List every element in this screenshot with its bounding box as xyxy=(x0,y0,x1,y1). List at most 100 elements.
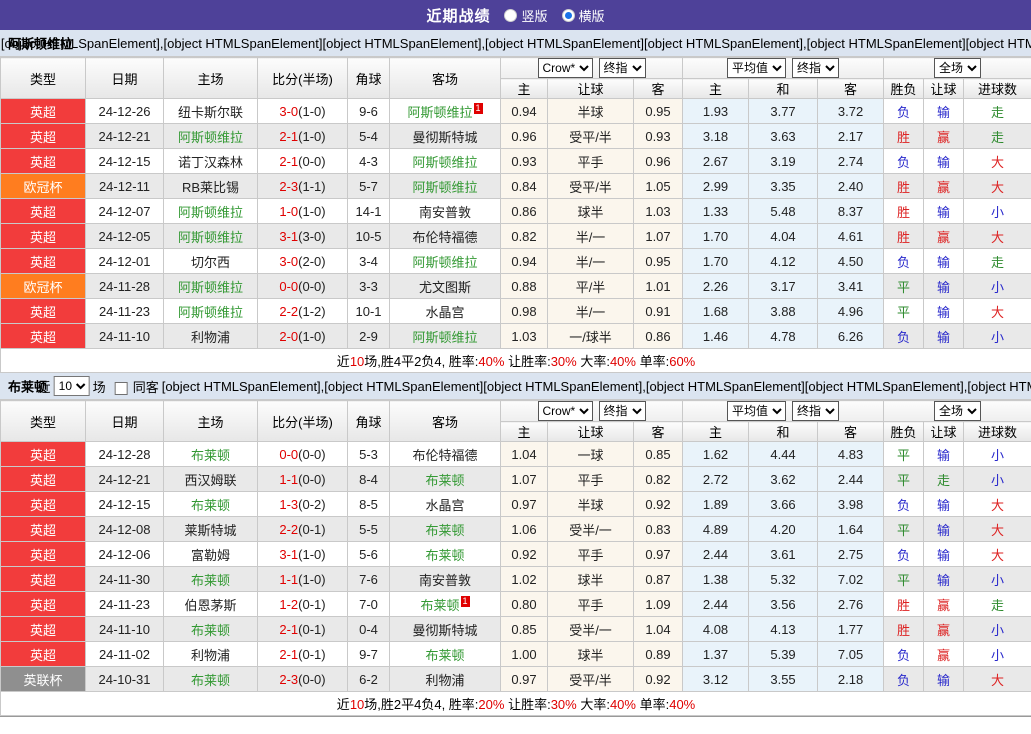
table-row: 英超 24-12-28 布莱顿 0-0(0-0) 5-3 布伦特福德 1.04 一球 0.85 1… xyxy=(0,441,1031,467)
fulltime-score: 3-0 xyxy=(279,253,299,269)
final-odds-2-select[interactable]: 终指 xyxy=(792,401,840,421)
league-badge: 英超 xyxy=(0,148,86,174)
radio-vertical-icon[interactable] xyxy=(504,8,518,22)
ah-away-odds: 1.04 xyxy=(632,616,684,642)
summary-segment: 30% xyxy=(550,697,577,712)
average-select[interactable]: 平均值 xyxy=(727,401,787,421)
radio-horizontal-icon[interactable] xyxy=(561,8,575,22)
near-label: 近 xyxy=(37,379,51,395)
summary-segment: 大率: xyxy=(576,354,610,369)
ah-home-odds: 0.97 xyxy=(500,491,548,517)
col-header: 比分(半场) xyxy=(257,57,348,99)
result-goals: 走 xyxy=(963,248,1031,274)
home-team: RB莱比锡 xyxy=(163,173,258,199)
summary-segment: 场,胜2平4负4, 胜率: xyxy=(364,697,479,712)
home-team: 阿斯顿维拉 xyxy=(163,273,258,299)
home-team: 阿斯顿维拉 xyxy=(163,198,258,224)
result-handicap: 输 xyxy=(923,98,965,124)
bookmaker-select[interactable]: Crow* xyxy=(537,58,593,78)
ah-away-odds: 0.97 xyxy=(632,541,684,567)
ah-away-odds: 0.83 xyxy=(632,516,684,542)
euro-away-odds: 2.18 xyxy=(817,666,885,692)
summary-segment: 60% xyxy=(669,354,696,369)
away-team: 布伦特福德 xyxy=(389,223,501,249)
col-header: 日期 xyxy=(85,400,164,442)
home-team-name: 阿斯顿维拉 xyxy=(177,204,243,220)
ah-away-odds: 0.82 xyxy=(632,466,684,492)
match-score: 1-3(0-2) xyxy=(257,491,348,517)
match-date: 24-12-11 xyxy=(85,173,164,199)
result-handicap: 输 xyxy=(923,273,965,299)
ah-home-odds: 0.84 xyxy=(500,173,548,199)
checkbox-same-venue[interactable] xyxy=(114,381,128,395)
away-team-name: 曼彻斯特城 xyxy=(412,129,478,145)
final-odds-1-select[interactable]: 终指 xyxy=(598,401,646,421)
away-team: 曼彻斯特城 xyxy=(389,123,501,149)
table-row: 英超 24-12-21 西汉姆联 1-1(0-0) 8-4 布莱顿 1.07 平手 0.82 2.… xyxy=(0,466,1031,492)
table-row: 英超 24-12-15 诺丁汉森林 2-1(0-0) 4-3 阿斯顿维拉 0.93 平手 0.9… xyxy=(0,148,1031,174)
ah-home-odds: 1.07 xyxy=(500,466,548,492)
average-select[interactable]: 平均值 xyxy=(727,58,787,78)
radio-vertical[interactable]: 竖版 xyxy=(504,6,548,25)
handicap-line: 半球 xyxy=(547,98,634,124)
table-row: 英超 24-11-02 利物浦 2-1(0-1) 9-7 布莱顿 1.00 球半 0.89 1.3… xyxy=(0,641,1031,667)
home-team-name: RB莱比锡 xyxy=(181,179,240,195)
result-handicap: 输 xyxy=(923,516,965,542)
ah-away-odds: 0.92 xyxy=(632,491,684,517)
away-team: 利物浦 xyxy=(389,666,501,692)
match-date: 24-12-15 xyxy=(85,491,164,517)
away-team: 尤文图斯 xyxy=(389,273,501,299)
radio-horizontal-label: 横版 xyxy=(578,8,605,24)
sub-col-header: 胜负 xyxy=(883,78,925,99)
corner-score: 5-7 xyxy=(347,173,390,199)
full-match-select[interactable]: 全场 xyxy=(934,58,982,78)
home-team: 布莱顿 xyxy=(163,566,258,592)
match-date: 24-11-10 xyxy=(85,616,164,642)
fulltime-score: 1-2 xyxy=(279,596,299,612)
away-team: 布莱顿 1 xyxy=(389,591,501,617)
euro-draw-odds: 3.17 xyxy=(748,273,819,299)
away-team-name: 阿斯顿维拉 xyxy=(412,254,478,270)
home-team: 纽卡斯尔联 xyxy=(163,98,258,124)
table-row: 英超 24-11-10 布莱顿 2-1(0-1) 0-4 曼彻斯特城 0.85 受半/一 1.0… xyxy=(0,616,1031,642)
league-badge: 英超 xyxy=(0,223,86,249)
away-team: 水晶宫 xyxy=(389,298,501,324)
bookmaker-select[interactable]: Crow* xyxy=(537,401,593,421)
section-header: 布莱顿近 10 场同客 [object HTMLSpanElement],[objec… xyxy=(0,373,1031,400)
home-team: 利物浦 xyxy=(163,323,258,349)
final-odds-1-select[interactable]: 终指 xyxy=(598,58,646,78)
away-team-name: 布莱顿 xyxy=(425,547,465,563)
match-date: 24-11-30 xyxy=(85,566,164,592)
final-odds-2-select[interactable]: 终指 xyxy=(792,58,840,78)
sub-col-header: 主 xyxy=(682,78,750,99)
result-outcome: 负 xyxy=(883,641,925,667)
summary-segment: 近 xyxy=(336,354,350,369)
corner-score: 7-0 xyxy=(347,591,390,617)
fulltime-score: 1-1 xyxy=(279,471,299,487)
handicap-line: 一/球半 xyxy=(547,323,634,349)
euro-home-odds: 1.70 xyxy=(682,248,750,274)
away-team-name: 南安普敦 xyxy=(418,572,471,588)
match-date: 24-12-06 xyxy=(85,541,164,567)
handicap-line: 半/一 xyxy=(547,248,634,274)
result-handicap: 赢 xyxy=(923,123,965,149)
summary-segment: 30% xyxy=(550,354,577,369)
euro-draw-odds: 5.48 xyxy=(748,198,819,224)
result-handicap: 输 xyxy=(923,566,965,592)
fulltime-score: 2-2 xyxy=(279,303,299,319)
table-row: 英超 24-12-06 富勒姆 3-1(1-0) 5-6 布莱顿 0.92 平手 0.97 2.4… xyxy=(0,541,1031,567)
full-match-select[interactable]: 全场 xyxy=(934,401,982,421)
ah-away-odds: 1.07 xyxy=(632,223,684,249)
radio-horizontal[interactable]: 横版 xyxy=(561,6,605,25)
match-score: 2-1(1-0) xyxy=(257,123,348,149)
match-count-select[interactable]: 10 xyxy=(53,376,90,396)
fulltime-score: 1-3 xyxy=(279,496,299,512)
euro-home-odds: 1.89 xyxy=(682,491,750,517)
result-goals: 大 xyxy=(963,516,1031,542)
unit-label: 场 xyxy=(92,379,106,395)
ah-home-odds: 0.97 xyxy=(500,666,548,692)
away-team: 阿斯顿维拉 1 xyxy=(389,98,501,124)
sub-col-header: 进球数 xyxy=(963,421,1031,442)
match-score: 3-1(1-0) xyxy=(257,541,348,567)
match-date: 24-12-07 xyxy=(85,198,164,224)
